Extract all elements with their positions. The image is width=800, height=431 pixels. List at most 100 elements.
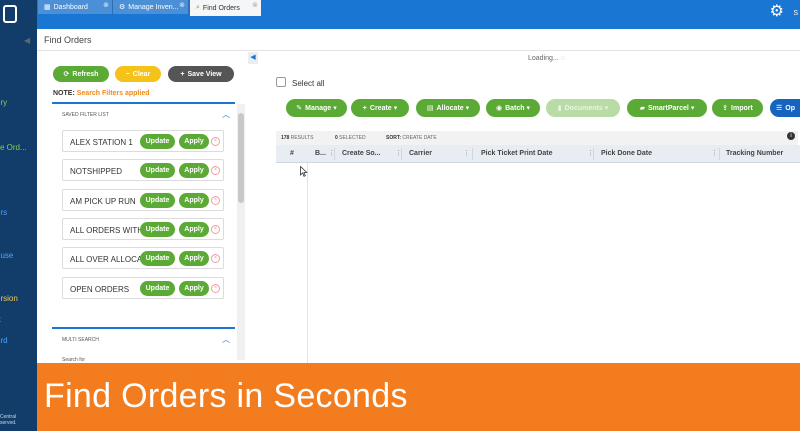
allocate-button[interactable]: ▤ Allocate ▾ xyxy=(416,99,480,117)
close-icon[interactable]: ⊗ xyxy=(252,1,258,9)
gear-icon[interactable]: ⚙ xyxy=(770,4,784,20)
delete-icon[interactable]: × xyxy=(211,196,220,205)
update-button[interactable]: Update xyxy=(140,163,175,178)
column-divider xyxy=(334,148,335,160)
apply-button[interactable]: Apply xyxy=(179,251,209,266)
saved-filter-row: OPEN ORDERS Update Apply × xyxy=(62,277,224,299)
update-button[interactable]: Update xyxy=(140,134,175,149)
documents-button[interactable]: ▮ Documents ▾ xyxy=(546,99,620,117)
minus-icon: − xyxy=(125,70,130,78)
apply-button[interactable]: Apply xyxy=(179,222,209,237)
filter-note: NOTE: Search Filters applied xyxy=(53,90,149,97)
document-icon: ▮ xyxy=(557,105,562,112)
update-button[interactable]: Update xyxy=(140,222,175,237)
save-view-button[interactable]: + Save View xyxy=(168,66,234,82)
filter-scrollbar-thumb[interactable] xyxy=(238,113,244,203)
loading-text: Loading... xyxy=(528,55,559,62)
column-divider xyxy=(719,148,720,160)
delete-icon[interactable]: × xyxy=(211,254,220,263)
chevron-up-icon[interactable]: ︿ xyxy=(222,109,230,120)
nav-item-9[interactable]: rt xyxy=(0,315,1,324)
saved-filter-row: ALEX STATION 1 Update Apply × xyxy=(62,130,224,152)
collapse-nav-icon[interactable]: ◀ xyxy=(24,36,30,45)
clear-button[interactable]: − Clear xyxy=(115,66,161,82)
collapse-filter-panel-icon[interactable]: ◀ xyxy=(248,52,258,64)
boxes-icon: ▤ xyxy=(426,105,434,112)
filter-name[interactable]: NOTSHIPPED xyxy=(70,167,122,176)
manage-label: Manage xyxy=(305,104,332,112)
nav-item-8[interactable]: ersion xyxy=(0,294,18,303)
filter-name[interactable]: ALL ORDERS WITH... xyxy=(70,226,150,235)
nav-item-4[interactable]: se Ord... xyxy=(0,143,27,152)
filter-name[interactable]: ALEX STATION 1 xyxy=(70,138,133,147)
update-button[interactable]: Update xyxy=(140,193,175,208)
import-label: Import xyxy=(731,104,753,112)
page-header xyxy=(37,29,800,51)
column-menu-icon[interactable]: ⋮ xyxy=(711,149,718,157)
truck-icon: ▰ xyxy=(639,105,645,112)
filter-name[interactable]: AM PICK UP RUN xyxy=(70,197,136,206)
column-header-b[interactable]: B... xyxy=(315,150,326,157)
column-header-pick-ticket-print-date[interactable]: Pick Ticket Print Date xyxy=(481,150,552,157)
column-header-carrier[interactable]: Carrier xyxy=(409,150,432,157)
batch-label: Batch xyxy=(505,104,525,112)
batch-button[interactable]: ◉ Batch ▾ xyxy=(486,99,540,117)
tab-find-orders[interactable]: ⌕ Find Orders ⊗ xyxy=(190,0,262,16)
save-view-label: Save View xyxy=(187,70,222,78)
nav-item-7[interactable]: ouse xyxy=(0,251,13,260)
delete-icon[interactable]: × xyxy=(211,284,220,293)
clear-label: Clear xyxy=(132,70,151,78)
apply-button[interactable]: Apply xyxy=(179,193,209,208)
layers-icon: ◉ xyxy=(495,105,503,112)
nav-item-2[interactable]: ery xyxy=(0,98,7,107)
column-menu-icon[interactable]: ⋮ xyxy=(463,149,470,157)
import-button[interactable]: ⇪ Import xyxy=(712,99,763,117)
info-icon[interactable]: i xyxy=(787,132,795,140)
close-icon[interactable]: ⊗ xyxy=(103,1,109,9)
filter-name[interactable]: OPEN ORDERS xyxy=(70,285,129,294)
saved-filter-row: AM PICK UP RUN Update Apply × xyxy=(62,189,224,211)
column-header-pick-done-date[interactable]: Pick Done Date xyxy=(601,150,652,157)
apply-button[interactable]: Apply xyxy=(179,134,209,149)
search-icon: ⌕ xyxy=(196,4,200,11)
options-label: Op xyxy=(785,104,796,112)
delete-icon[interactable]: × xyxy=(211,166,220,175)
user-menu[interactable]: S xyxy=(793,10,798,17)
close-icon[interactable]: ⊗ xyxy=(179,1,185,9)
column-header-create-source[interactable]: Create So... xyxy=(342,150,381,157)
delete-icon[interactable]: × xyxy=(211,137,220,146)
results-grid[interactable] xyxy=(276,163,800,363)
documents-label: Documents xyxy=(564,104,603,112)
nav-item-10[interactable]: ard xyxy=(0,336,8,345)
create-button[interactable]: + Create ▾ xyxy=(351,99,409,117)
update-button[interactable]: Update xyxy=(140,251,175,266)
tab-dashboard[interactable]: ▦ Dashboard ⊗ xyxy=(38,0,113,14)
caret-down-icon: ▾ xyxy=(465,105,470,112)
apply-button[interactable]: Apply xyxy=(179,281,209,296)
chevron-up-icon[interactable]: ︿ xyxy=(222,334,230,345)
options-button[interactable]: ☰ Op xyxy=(770,99,800,117)
saved-filter-row: NOTSHIPPED Update Apply × xyxy=(62,159,224,181)
refresh-label: Refresh xyxy=(72,70,99,78)
update-button[interactable]: Update xyxy=(140,281,175,296)
saved-filter-row: ALL OVER ALLOCA... Update Apply × xyxy=(62,247,224,269)
smartparcel-button[interactable]: ▰ SmartParcel ▾ xyxy=(627,99,707,117)
tab-label: Find Orders xyxy=(202,4,240,12)
filter-name[interactable]: ALL OVER ALLOCA... xyxy=(70,255,149,264)
delete-icon[interactable]: × xyxy=(211,225,220,234)
caret-down-icon: ▾ xyxy=(604,105,609,112)
select-all-checkbox[interactable] xyxy=(276,77,286,87)
note-label: NOTE: xyxy=(53,90,75,97)
manage-button[interactable]: ✎ Manage ▾ xyxy=(286,99,347,117)
nav-item-6[interactable]: ers xyxy=(0,208,7,217)
tab-manage-inventory[interactable]: ⚙ Manage Inven... ⊗ xyxy=(113,0,189,14)
refresh-button[interactable]: ⟳ Refresh xyxy=(53,66,109,82)
tab-label: Manage Inven... xyxy=(128,3,179,11)
column-header-tracking-number[interactable]: Tracking Number xyxy=(726,150,783,157)
apply-button[interactable]: Apply xyxy=(179,163,209,178)
dashboard-icon: ▦ xyxy=(44,4,51,11)
column-divider xyxy=(401,148,402,160)
app-logo[interactable] xyxy=(3,5,17,23)
saved-filter-list-title: SAVED FILTER LIST xyxy=(62,112,109,118)
column-header-number[interactable]: # xyxy=(290,150,294,157)
